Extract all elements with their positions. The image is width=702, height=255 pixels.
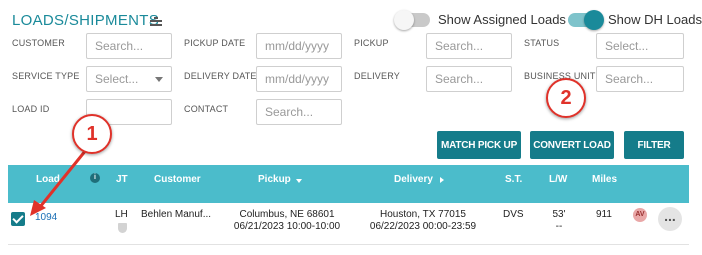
arrow-line xyxy=(38,149,88,208)
annotation-marker-1: 1 xyxy=(72,114,112,154)
annotation-marker-2: 2 xyxy=(546,78,586,118)
